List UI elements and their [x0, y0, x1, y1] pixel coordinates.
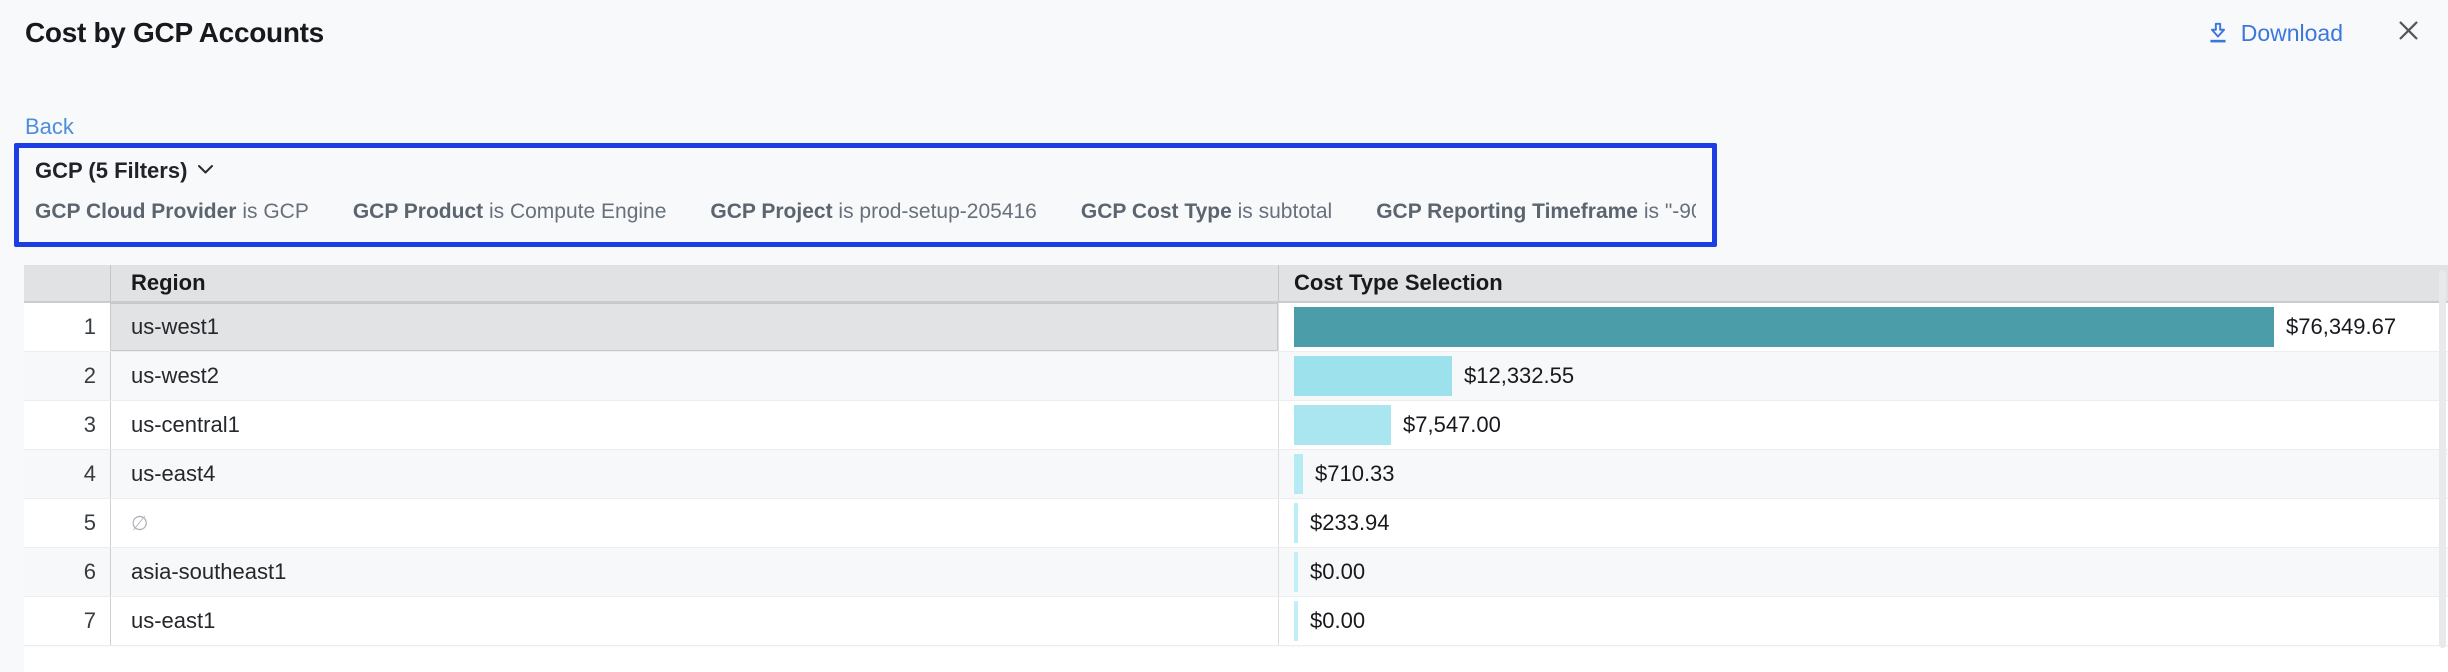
cost-bar[interactable] [1294, 503, 1298, 543]
download-button[interactable]: Download [2205, 20, 2343, 47]
region-cell[interactable]: us-east1 [110, 597, 1278, 645]
table-body: 1us-west1$76,349.672us-west2$12,332.553u… [24, 303, 2448, 646]
cost-value: $233.94 [1310, 510, 1390, 536]
cost-cell: $76,349.67 [1278, 303, 2448, 351]
region-cell[interactable]: ∅ [110, 499, 1278, 547]
row-index: 2 [24, 352, 110, 400]
region-cell[interactable]: us-west2 [110, 352, 1278, 400]
filter-list: GCP Cloud Provider is GCP GCP Product is … [35, 200, 1696, 224]
close-icon [2395, 17, 2422, 49]
filter-summary-toggle[interactable]: GCP (5 Filters) [35, 158, 214, 184]
cost-value: $710.33 [1315, 461, 1395, 487]
cost-bar[interactable] [1294, 552, 1298, 592]
page-title: Cost by GCP Accounts [25, 17, 324, 49]
region-column-header: Region [110, 265, 1278, 301]
table-row[interactable]: 3us-central1 $7,547.00 [24, 401, 2448, 450]
table-row[interactable]: 7us-east1 $0.00 [24, 597, 2448, 646]
cost-type-selection-column-header: Cost Type Selection [1278, 265, 2448, 301]
cost-cell: $0.00 [1278, 597, 2448, 645]
table-row[interactable]: 5∅ $233.94 [24, 499, 2448, 548]
cost-value: $7,547.00 [1403, 412, 1501, 438]
table-footer-space [24, 647, 2448, 672]
close-button[interactable] [2395, 17, 2422, 49]
cost-cell: $0.00 [1278, 548, 2448, 596]
region-cell[interactable]: us-east4 [110, 450, 1278, 498]
table-header: Region Cost Type Selection [24, 265, 2448, 303]
filter-chip[interactable]: GCP Project is prod-setup-205416 [710, 200, 1036, 224]
row-index: 3 [24, 401, 110, 449]
cost-value: $76,349.67 [2286, 314, 2396, 340]
cost-value: $12,332.55 [1464, 363, 1574, 389]
row-index: 7 [24, 597, 110, 645]
cost-cell: $12,332.55 [1278, 352, 2448, 400]
region-cell[interactable]: asia-southeast1 [110, 548, 1278, 596]
table-row[interactable]: 4us-east4 $710.33 [24, 450, 2448, 499]
cost-cell: $710.33 [1278, 450, 2448, 498]
table-row[interactable]: 2us-west2 $12,332.55 [24, 352, 2448, 401]
cost-cell: $233.94 [1278, 499, 2448, 547]
filter-summary-label: GCP (5 Filters) [35, 158, 187, 184]
row-index: 5 [24, 499, 110, 547]
filter-panel: GCP (5 Filters) GCP Cloud Provider is GC… [14, 143, 1717, 247]
region-cell[interactable]: us-central1 [110, 401, 1278, 449]
download-label: Download [2241, 20, 2343, 47]
download-icon [2205, 20, 2231, 46]
cost-value: $0.00 [1310, 608, 1365, 634]
region-cell[interactable]: us-west1 [110, 303, 1278, 351]
vertical-scrollbar[interactable] [2439, 270, 2446, 648]
row-index: 1 [24, 303, 110, 351]
cost-table: Region Cost Type Selection 1us-west1 $76,… [24, 265, 2448, 646]
filter-chip[interactable]: GCP Cost Type is subtotal [1081, 200, 1332, 224]
top-bar: Cost by GCP Accounts Download [0, 0, 2448, 56]
chevron-down-icon [197, 162, 214, 180]
back-link[interactable]: Back [25, 114, 74, 140]
row-index-column-header [24, 265, 110, 301]
filter-chip[interactable]: GCP Cloud Provider is GCP [35, 200, 309, 224]
cost-value: $0.00 [1310, 559, 1365, 585]
cost-bar[interactable] [1294, 356, 1452, 396]
row-index: 4 [24, 450, 110, 498]
cost-bar[interactable] [1294, 601, 1298, 641]
filter-chip[interactable]: GCP Product is Compute Engine [353, 200, 667, 224]
cost-bar[interactable] [1294, 454, 1303, 494]
row-index: 6 [24, 548, 110, 596]
cost-cell: $7,547.00 [1278, 401, 2448, 449]
table-row[interactable]: 6asia-southeast1 $0.00 [24, 548, 2448, 597]
cost-bar[interactable] [1294, 405, 1391, 445]
cost-bar[interactable] [1294, 307, 2274, 347]
table-row[interactable]: 1us-west1 $76,349.67 [24, 303, 2448, 352]
cost-by-gcp-accounts-panel: Cost by GCP Accounts Download Back [0, 0, 2448, 672]
filter-chip[interactable]: GCP Reporting Timeframe is "-90" [1376, 200, 1696, 224]
